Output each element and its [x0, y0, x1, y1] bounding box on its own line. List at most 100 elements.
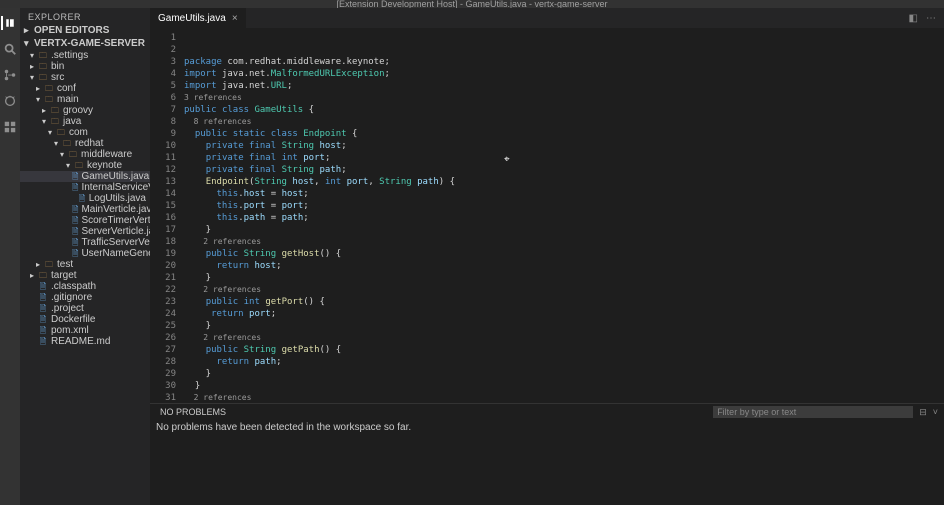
tree-item-label: groovy [63, 105, 93, 116]
folder-icon: 🗀 [38, 271, 48, 281]
tree-folder[interactable]: ▸🗀bin [20, 61, 150, 72]
extensions-icon[interactable] [3, 120, 17, 134]
sidebar: EXPLORER ▸ OPEN EDITORS ▾ VERTX-GAME-SER… [20, 8, 150, 505]
file-icon: 🗎 [78, 194, 86, 204]
tree-item-label: README.md [51, 336, 110, 347]
collapse-icon[interactable]: ⊟ [919, 407, 927, 418]
file-icon: 🗎 [38, 282, 48, 292]
open-editors-section[interactable]: ▸ OPEN EDITORS [20, 24, 150, 37]
tree-folder[interactable]: ▸🗀conf [20, 83, 150, 94]
code-editor[interactable]: package com.redhat.middleware.keynote;im… [184, 28, 944, 403]
filter-input[interactable] [713, 406, 913, 418]
tree-file[interactable]: 🗎ServerVerticle.java [20, 226, 150, 237]
tree-file[interactable]: 🗎.project [20, 303, 150, 314]
tree-folder[interactable]: ▸🗀test [20, 259, 150, 270]
tree-item-label: main [57, 94, 79, 105]
debug-icon[interactable] [3, 94, 17, 108]
explorer-icon[interactable] [1, 16, 15, 30]
folder-icon: 🗀 [68, 150, 78, 160]
tree-file[interactable]: 🗎GameUtils.java [20, 171, 150, 182]
tree-item-label: middleware [81, 149, 132, 160]
tree-file[interactable]: 🗎TrafficServerVertl… [20, 237, 150, 248]
section-label: OPEN EDITORS [34, 25, 109, 36]
folder-icon: 🗀 [38, 62, 48, 72]
problems-tab[interactable]: NO PROBLEMS [156, 406, 230, 418]
tree-item-label: target [51, 270, 77, 281]
file-icon: 🗎 [72, 249, 78, 259]
tree-item-label: Dockerfile [51, 314, 95, 325]
tree-item-label: InternalServiceVer… [81, 182, 150, 193]
tree-item-label: LogUtils.java [89, 193, 146, 204]
tree-file[interactable]: 🗎LogUtils.java [20, 193, 150, 204]
tree-item-label: ScoreTimerVerticl… [81, 215, 150, 226]
chevron-icon: ▸ [42, 105, 50, 116]
chevron-icon: ▸ [36, 83, 44, 94]
file-icon: 🗎 [38, 337, 48, 347]
tree-folder[interactable]: ▾🗀java [20, 116, 150, 127]
folder-icon: 🗀 [56, 128, 66, 138]
tree-file[interactable]: 🗎ScoreTimerVerticl… [20, 215, 150, 226]
tree-item-label: .project [51, 303, 84, 314]
line-gutter: 1234567891011121314151617181920212223242… [150, 28, 184, 403]
tree-file[interactable]: 🗎MainVerticle.java [20, 204, 150, 215]
tree-file[interactable]: 🗎README.md [20, 336, 150, 347]
tree-item-label: pom.xml [51, 325, 89, 336]
tree-file[interactable]: 🗎Dockerfile [20, 314, 150, 325]
split-editor-icon[interactable]: ◧ [909, 13, 918, 24]
activity-bar [0, 8, 20, 505]
tree-item-label: bin [51, 61, 64, 72]
folder-icon: 🗀 [44, 260, 54, 270]
tree-folder[interactable]: ▾🗀main [20, 94, 150, 105]
tree-folder[interactable]: ▾🗀com [20, 127, 150, 138]
tree-item-label: src [51, 72, 64, 83]
tree-item-label: TrafficServerVertl… [81, 237, 150, 248]
tree-folder[interactable]: ▸🗀target [20, 270, 150, 281]
project-section[interactable]: ▾ VERTX-GAME-SERVER [20, 37, 150, 50]
tree-item-label: MainVerticle.java [81, 204, 150, 215]
tree-folder[interactable]: ▸🗀groovy [20, 105, 150, 116]
folder-icon: 🗀 [44, 84, 54, 94]
folder-icon: 🗀 [38, 73, 48, 83]
folder-icon: 🗀 [50, 117, 60, 127]
file-icon: 🗎 [38, 326, 48, 336]
chevron-icon: ▾ [42, 116, 50, 127]
file-icon: 🗎 [38, 315, 48, 325]
mouse-cursor-icon: ⌖ [504, 154, 510, 166]
chevron-icon: ▾ [66, 160, 74, 171]
chevron-icon: ▸ [30, 270, 38, 281]
tree-item-label: GameUtils.java [81, 171, 149, 182]
tree-item-label: conf [57, 83, 76, 94]
tree-folder[interactable]: ▾🗀middleware [20, 149, 150, 160]
tree-file[interactable]: 🗎UserNameGenerat… [20, 248, 150, 259]
section-label: VERTX-GAME-SERVER [34, 38, 145, 49]
more-icon[interactable]: ⋯ [926, 13, 936, 24]
file-icon: 🗎 [72, 183, 78, 193]
tree-folder[interactable]: ▾🗀src [20, 72, 150, 83]
chevron-right-icon: ▸ [24, 25, 32, 36]
tree-file[interactable]: 🗎pom.xml [20, 325, 150, 336]
chevron-icon: ▾ [36, 94, 44, 105]
editor-area: GameUtils.java × ◧ ⋯ 1234567891011121314… [150, 8, 944, 505]
close-panel-icon[interactable]: ˅ [933, 407, 938, 418]
file-icon: 🗎 [72, 227, 78, 237]
folder-icon: 🗀 [62, 139, 72, 149]
tree-item-label: java [63, 116, 81, 127]
tree-file[interactable]: 🗎.classpath [20, 281, 150, 292]
file-icon: 🗎 [72, 205, 78, 215]
editor-tab[interactable]: GameUtils.java × [150, 8, 247, 28]
close-icon[interactable]: × [232, 13, 238, 24]
tree-item-label: UserNameGenerat… [81, 248, 150, 259]
tree-item-label: test [57, 259, 73, 270]
search-icon[interactable] [3, 42, 17, 56]
folder-icon: 🗀 [50, 106, 60, 116]
tree-file[interactable]: 🗎.gitignore [20, 292, 150, 303]
folder-icon: 🗀 [74, 161, 84, 171]
tree-folder[interactable]: ▾🗀.settings [20, 50, 150, 61]
tree-folder[interactable]: ▾🗀keynote [20, 160, 150, 171]
tree-item-label: keynote [87, 160, 122, 171]
folder-icon: 🗀 [44, 95, 54, 105]
source-control-icon[interactable] [3, 68, 17, 82]
tree-folder[interactable]: ▾🗀redhat [20, 138, 150, 149]
tree-item-label: .gitignore [51, 292, 92, 303]
tree-file[interactable]: 🗎InternalServiceVer… [20, 182, 150, 193]
